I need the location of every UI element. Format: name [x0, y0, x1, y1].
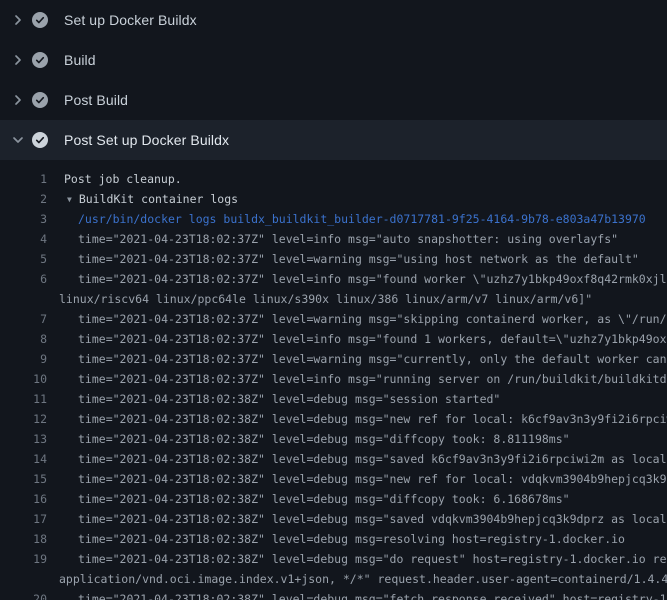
chevron-right-icon [10, 92, 26, 108]
log-line-text: time="2021-04-23T18:02:38Z" level=debug … [78, 449, 667, 469]
log-line: 6 time="2021-04-23T18:02:37Z" level=info … [0, 269, 667, 289]
log-line-text: time="2021-04-23T18:02:38Z" level=debug … [78, 389, 500, 409]
line-number-link[interactable]: 2 [0, 189, 47, 209]
log-line-text: linux/riscv64 linux/ppc64le linux/s390x … [59, 289, 592, 309]
check-circle-icon [32, 52, 48, 68]
log-line: linux/riscv64 linux/ppc64le linux/s390x … [0, 289, 667, 309]
log-line-text: time="2021-04-23T18:02:38Z" level=debug … [78, 509, 667, 529]
step-title: Build [64, 52, 96, 68]
check-circle-icon [32, 12, 48, 28]
log-line: 10 time="2021-04-23T18:02:37Z" level=info… [0, 369, 667, 389]
step-row[interactable]: Post Set up Docker Buildx [0, 120, 667, 160]
line-number-link[interactable]: 10 [0, 369, 47, 389]
line-number-link[interactable]: 4 [0, 229, 47, 249]
line-number-link[interactable]: 5 [0, 249, 47, 269]
chevron-right-icon [10, 12, 26, 28]
log-line-text: time="2021-04-23T18:02:37Z" level=info m… [78, 369, 667, 389]
log-line-text: time="2021-04-23T18:02:38Z" level=debug … [78, 489, 570, 509]
log-line: 13 time="2021-04-23T18:02:38Z" level=debu… [0, 429, 667, 449]
line-number-link[interactable]: 6 [0, 269, 47, 289]
line-number-link[interactable]: 19 [0, 549, 47, 569]
step-row[interactable]: Set up Docker Buildx [0, 0, 667, 40]
log-line-text: time="2021-04-23T18:02:38Z" level=debug … [78, 469, 667, 489]
step-row[interactable]: Post Build [0, 80, 667, 120]
log-line: application/vnd.oci.image.index.v1+json,… [0, 569, 667, 589]
line-number-link[interactable]: 20 [0, 589, 47, 600]
log-line: 4 time="2021-04-23T18:02:37Z" level=info … [0, 229, 667, 249]
log-panel: 1 Post job cleanup. 2 ▼ BuildKit container l… [0, 160, 667, 600]
line-number-link[interactable]: 12 [0, 409, 47, 429]
log-line: 5 time="2021-04-23T18:02:37Z" level=warni… [0, 249, 667, 269]
line-number-link[interactable]: 1 [0, 169, 47, 189]
log-line-text: time="2021-04-23T18:02:38Z" level=debug … [78, 529, 625, 549]
log-line-text: time="2021-04-23T18:02:37Z" level=info m… [78, 329, 667, 349]
log-command-text: /usr/bin/docker logs buildx_buildkit_bui… [78, 209, 646, 229]
log-line-text: ▼ BuildKit container logs [67, 189, 238, 209]
check-circle-icon [32, 92, 48, 108]
check-circle-icon [32, 132, 48, 148]
line-number-link[interactable]: 9 [0, 349, 47, 369]
line-number-link[interactable]: 15 [0, 469, 47, 489]
log-line-text: time="2021-04-23T18:02:38Z" level=debug … [78, 429, 570, 449]
log-line-text: Post job cleanup. [64, 169, 182, 189]
log-line: 16 time="2021-04-23T18:02:38Z" level=debu… [0, 489, 667, 509]
step-row[interactable]: Build [0, 40, 667, 80]
log-line: 12 time="2021-04-23T18:02:38Z" level=debu… [0, 409, 667, 429]
log-line: 9 time="2021-04-23T18:02:37Z" level=warni… [0, 349, 667, 369]
log-line-text: time="2021-04-23T18:02:37Z" level=warnin… [78, 309, 667, 329]
log-line: 7 time="2021-04-23T18:02:37Z" level=warni… [0, 309, 667, 329]
line-number-link[interactable]: 14 [0, 449, 47, 469]
log-line-text: time="2021-04-23T18:02:38Z" level=debug … [78, 549, 667, 569]
line-number-link[interactable]: 13 [0, 429, 47, 449]
line-number-link[interactable]: 3 [0, 209, 47, 229]
log-line: 2 ▼ BuildKit container logs [0, 189, 667, 209]
log-line: 1 Post job cleanup. [0, 169, 667, 189]
step-title: Set up Docker Buildx [64, 12, 197, 28]
group-collapse-toggle-icon[interactable]: ▼ [67, 190, 72, 210]
log-line-text: time="2021-04-23T18:02:37Z" level=warnin… [78, 349, 667, 369]
log-line-text: application/vnd.oci.image.index.v1+json,… [59, 569, 667, 589]
chevron-right-icon [10, 52, 26, 68]
line-number-link[interactable]: 18 [0, 529, 47, 549]
line-number-link[interactable]: 7 [0, 309, 47, 329]
log-group-label: BuildKit container logs [79, 192, 238, 206]
log-line: 15 time="2021-04-23T18:02:38Z" level=debu… [0, 469, 667, 489]
log-line: 3/usr/bin/docker logs buildx_buildkit_bu… [0, 209, 667, 229]
log-line: 14 time="2021-04-23T18:02:38Z" level=debu… [0, 449, 667, 469]
workflow-log-viewer: Set up Docker Buildx Build Post Build Post … [0, 0, 667, 600]
log-line: 19 time="2021-04-23T18:02:38Z" level=debu… [0, 549, 667, 569]
log-line-text: time="2021-04-23T18:02:37Z" level=info m… [78, 269, 667, 289]
line-number-link[interactable]: 11 [0, 389, 47, 409]
line-number-link[interactable]: 8 [0, 329, 47, 349]
line-number-link[interactable]: 17 [0, 509, 47, 529]
chevron-down-icon [10, 132, 26, 148]
log-line: 8 time="2021-04-23T18:02:37Z" level=info … [0, 329, 667, 349]
log-line-text: time="2021-04-23T18:02:38Z" level=debug … [78, 409, 667, 429]
steps-list: Set up Docker Buildx Build Post Build Post … [0, 0, 667, 160]
line-number-link[interactable]: 16 [0, 489, 47, 509]
log-line: 17 time="2021-04-23T18:02:38Z" level=debu… [0, 509, 667, 529]
log-line: 18 time="2021-04-23T18:02:38Z" level=debu… [0, 529, 667, 549]
log-line: 11 time="2021-04-23T18:02:38Z" level=debu… [0, 389, 667, 409]
log-line: 20 time="2021-04-23T18:02:38Z" level=debu… [0, 589, 667, 600]
step-title: Post Set up Docker Buildx [64, 132, 229, 148]
step-title: Post Build [64, 92, 128, 108]
log-line-text: time="2021-04-23T18:02:37Z" level=warnin… [78, 249, 639, 269]
log-line-text: time="2021-04-23T18:02:37Z" level=info m… [78, 229, 618, 249]
log-line-text: time="2021-04-23T18:02:38Z" level=debug … [78, 589, 667, 600]
